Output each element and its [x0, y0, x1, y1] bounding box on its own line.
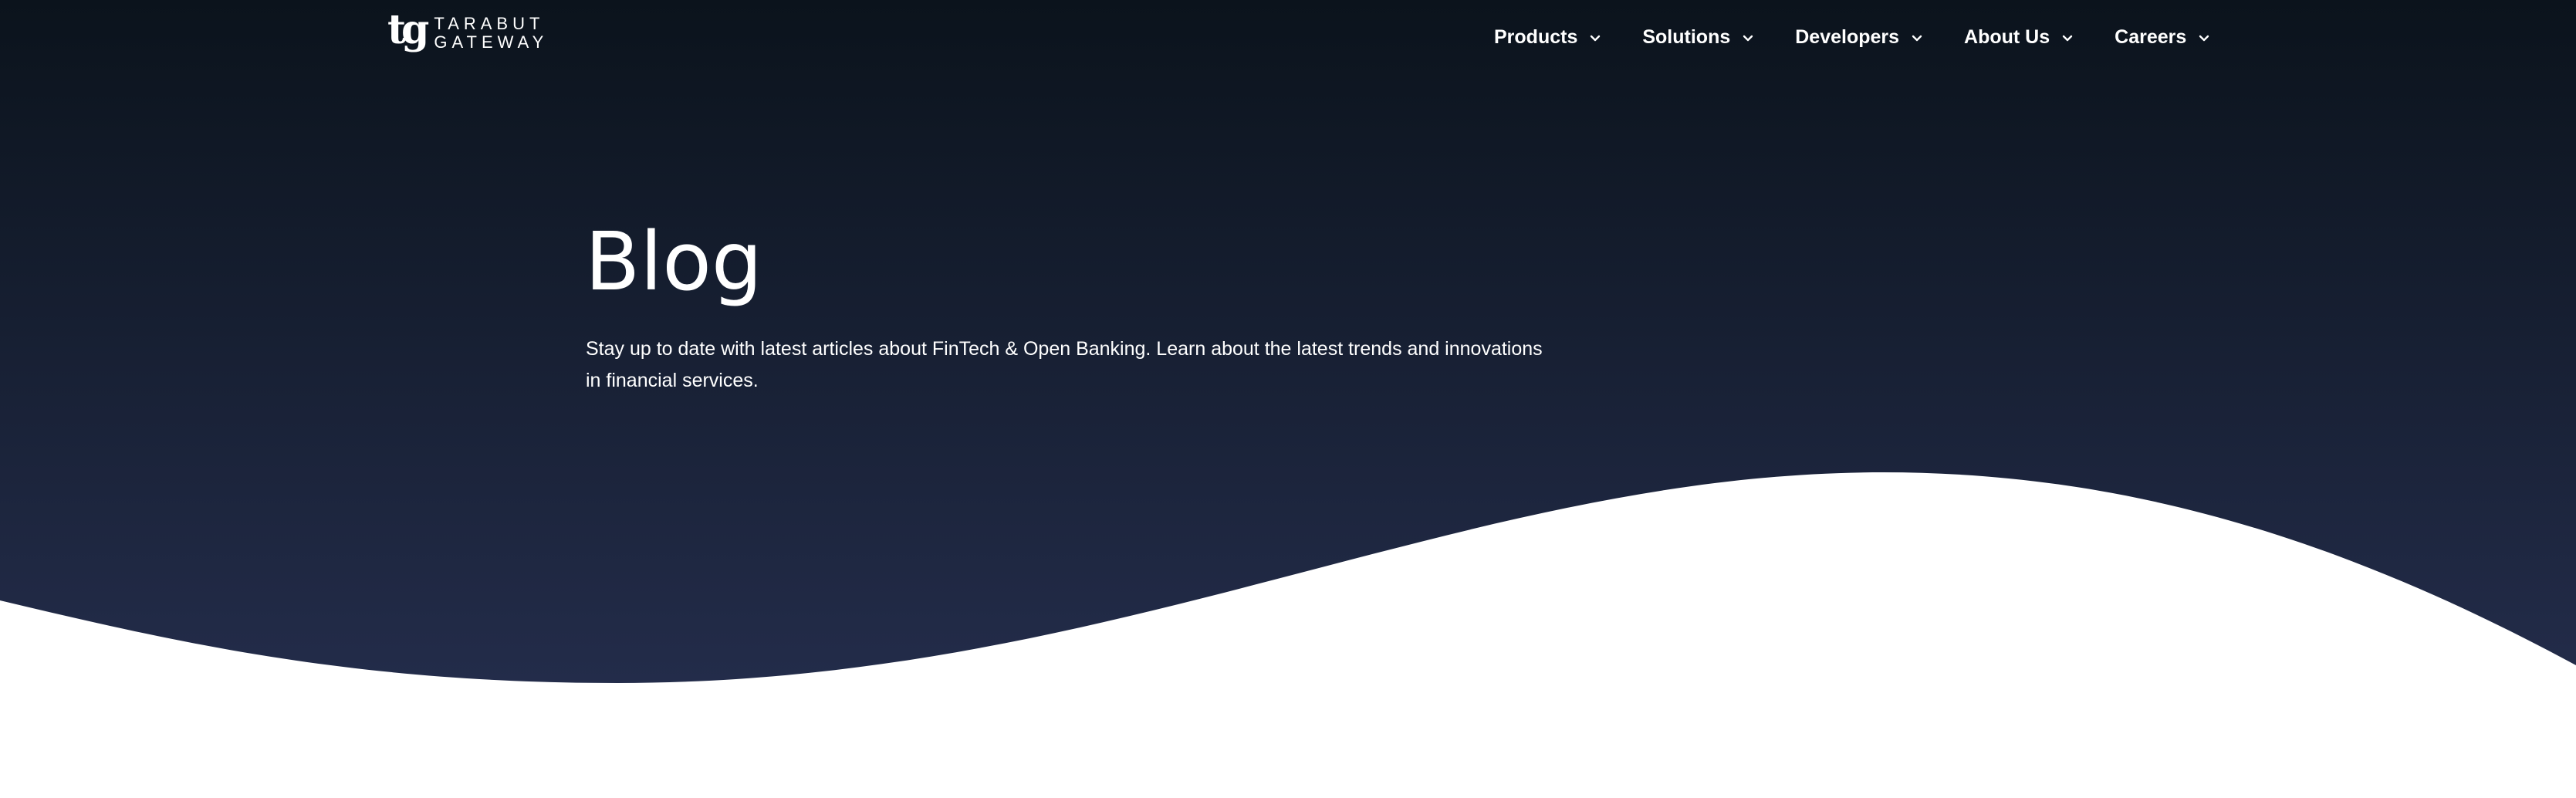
nav-item-about-us[interactable]: About Us	[1964, 26, 2074, 49]
hero-background	[0, 0, 2576, 683]
logo-mark: tg	[387, 6, 429, 53]
hero-section: tg TARABUT GATEWAY Products Solutions De…	[0, 0, 2576, 798]
nav-item-label: Careers	[2115, 25, 2187, 48]
logo-line-1: TARABUT	[434, 14, 545, 33]
chevron-down-icon	[2199, 35, 2209, 42]
logo-line-2: GATEWAY	[434, 32, 549, 52]
main-nav: Products Solutions Developers About Us C…	[1494, 19, 2211, 56]
page: tg TARABUT GATEWAY Products Solutions De…	[0, 0, 2576, 798]
logo-wordmark: TARABUT GATEWAY	[434, 15, 548, 52]
page-subtitle: Stay up to date with latest articles abo…	[586, 338, 1543, 391]
chevron-down-icon	[1591, 35, 1601, 42]
nav-item-label: Solutions	[1642, 25, 1731, 48]
nav-item-label: Products	[1494, 25, 1578, 48]
nav-item-solutions[interactable]: Solutions	[1642, 26, 1755, 49]
chevron-down-icon	[1743, 35, 1753, 42]
page-title: Blog	[585, 215, 762, 309]
nav-item-developers[interactable]: Developers	[1795, 26, 1924, 49]
nav-item-careers[interactable]: Careers	[2115, 26, 2211, 49]
nav-item-products[interactable]: Products	[1494, 26, 1602, 49]
site-header: tg TARABUT GATEWAY Products Solutions De…	[0, 0, 2576, 74]
logo[interactable]: tg TARABUT GATEWAY	[387, 6, 548, 56]
chevron-down-icon	[1912, 35, 1922, 42]
chevron-down-icon	[2062, 35, 2073, 42]
nav-item-label: Developers	[1795, 25, 1900, 48]
nav-item-label: About Us	[1964, 25, 2050, 48]
